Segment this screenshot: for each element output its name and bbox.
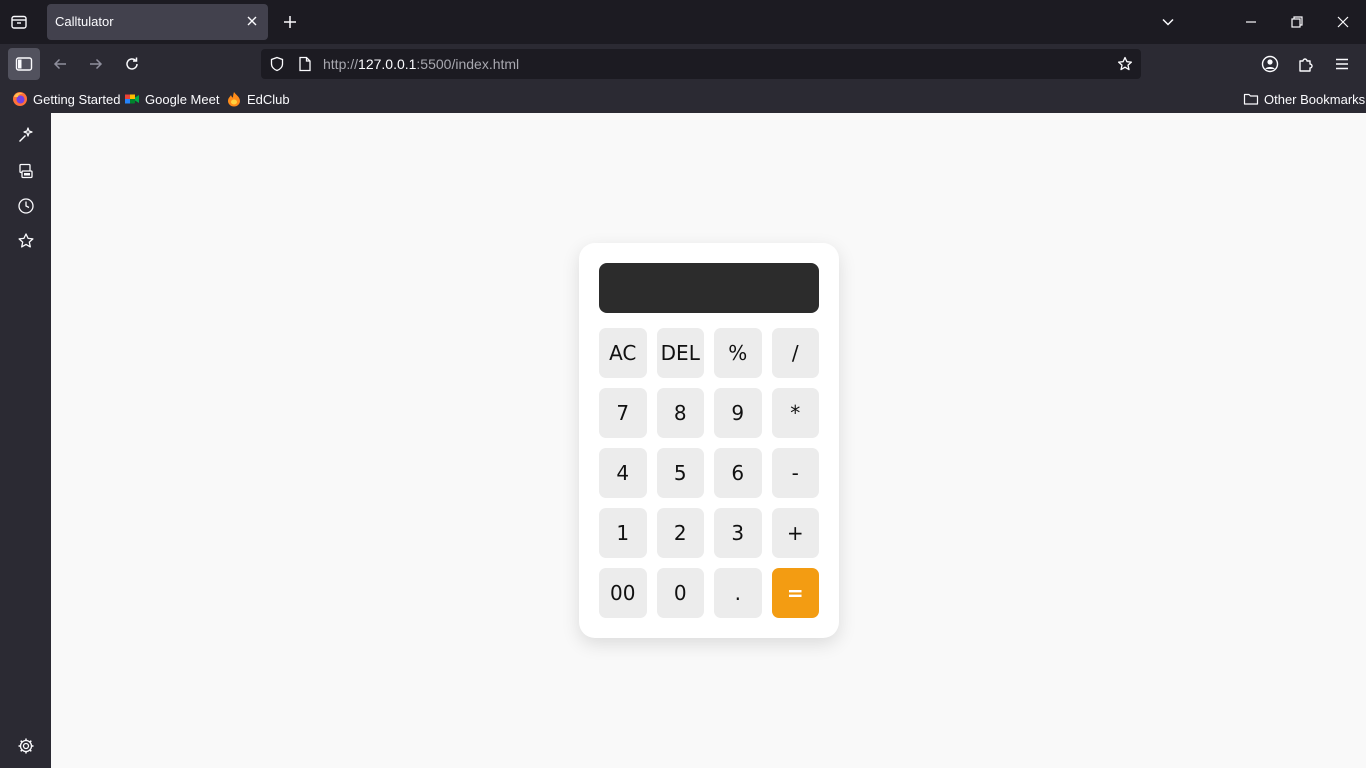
list-all-tabs-icon[interactable] — [1158, 12, 1178, 32]
synced-tabs-icon[interactable] — [14, 159, 38, 183]
url-text[interactable]: http://127.0.0.1:5500/index.html — [323, 56, 519, 72]
page-content: AC DEL%/ 7 8 9 * 4 5 6- 1 2 3 +00 0. = — [51, 113, 1366, 768]
close-tab-icon[interactable] — [244, 13, 260, 29]
close-window-icon[interactable] — [1333, 12, 1353, 32]
calculator: AC DEL%/ 7 8 9 * 4 5 6- 1 2 3 +00 0. = — [579, 243, 839, 638]
page-icon[interactable] — [297, 56, 313, 72]
digit-9-button[interactable]: 9 — [714, 388, 762, 438]
forward-arrow-icon[interactable] — [80, 48, 112, 80]
subtract-button[interactable]: - — [771, 448, 819, 498]
add-button[interactable]: + — [771, 508, 819, 558]
app-menu-icon[interactable] — [1326, 48, 1358, 80]
minimize-icon[interactable] — [1241, 12, 1261, 32]
bookmark-star-icon[interactable] — [1117, 56, 1133, 72]
bookmark-label: Google Meet — [145, 91, 220, 107]
digit-5-button[interactable]: 5 — [656, 448, 704, 498]
tab-overview-icon[interactable] — [8, 11, 30, 33]
url-scheme: http:// — [323, 56, 359, 72]
multiply-button[interactable]: * — [771, 388, 819, 438]
folder-icon — [1243, 91, 1259, 107]
digit-2-button[interactable]: 2 — [656, 508, 704, 558]
bookmark-getting-started[interactable]: Getting Started — [12, 90, 120, 108]
google-meet-icon — [124, 91, 140, 107]
all-clear-button[interactable]: AC — [599, 328, 647, 378]
percent-button[interactable]: % — [714, 328, 762, 378]
delete-button[interactable]: DEL — [656, 328, 704, 378]
calculator-display[interactable] — [599, 263, 819, 313]
tab-title: Calltulator — [55, 14, 114, 29]
shield-icon[interactable] — [269, 56, 285, 72]
bookmarks-star-icon[interactable] — [14, 229, 38, 253]
digit-6-button[interactable]: 6 — [714, 448, 762, 498]
digit-4-button[interactable]: 4 — [599, 448, 647, 498]
back-arrow-icon[interactable] — [44, 48, 76, 80]
double-zero-button[interactable]: 00 — [599, 568, 647, 618]
reload-icon[interactable] — [116, 48, 148, 80]
extensions-puzzle-icon[interactable] — [1290, 48, 1322, 80]
equals-button[interactable]: = — [771, 568, 819, 618]
calculator-keypad: AC DEL%/ 7 8 9 * 4 5 6- 1 2 3 +00 0. = — [599, 328, 819, 618]
digit-0-button[interactable]: 0 — [656, 568, 704, 618]
bookmark-label: EdClub — [247, 91, 290, 107]
ai-chatbot-icon[interactable] — [14, 123, 38, 147]
digit-7-button[interactable]: 7 — [599, 388, 647, 438]
sidebar — [0, 113, 51, 768]
bookmarks-toolbar: Getting Started Google Meet EdClub Other… — [0, 84, 1366, 113]
bookmark-google-meet[interactable]: Google Meet — [124, 90, 219, 108]
tab-strip: Calltulator — [0, 0, 1366, 44]
divide-button[interactable]: / — [771, 328, 819, 378]
navigation-toolbar: http://127.0.0.1:5500/index.html — [0, 44, 1366, 84]
sidebar-toggle-icon[interactable] — [8, 48, 40, 80]
bookmark-edclub[interactable]: EdClub — [226, 90, 290, 108]
tab-calculator[interactable]: Calltulator — [47, 4, 268, 40]
settings-gear-icon[interactable] — [14, 734, 38, 758]
other-bookmarks-folder[interactable]: Other Bookmarks — [1243, 90, 1365, 108]
url-host: 127.0.0.1 — [358, 56, 417, 72]
url-rest: :5500/index.html — [416, 56, 520, 72]
new-tab-icon[interactable] — [280, 12, 300, 32]
restore-icon[interactable] — [1287, 12, 1307, 32]
digit-8-button[interactable]: 8 — [656, 388, 704, 438]
digit-1-button[interactable]: 1 — [599, 508, 647, 558]
digit-3-button[interactable]: 3 — [714, 508, 762, 558]
firefox-icon — [12, 91, 28, 107]
bookmark-label: Getting Started — [33, 91, 121, 107]
other-bookmarks-label: Other Bookmarks — [1264, 91, 1366, 107]
decimal-button[interactable]: . — [714, 568, 762, 618]
account-icon[interactable] — [1254, 48, 1286, 80]
address-bar[interactable]: http://127.0.0.1:5500/index.html — [261, 49, 1141, 79]
history-icon[interactable] — [14, 194, 38, 218]
edclub-icon — [226, 91, 242, 107]
